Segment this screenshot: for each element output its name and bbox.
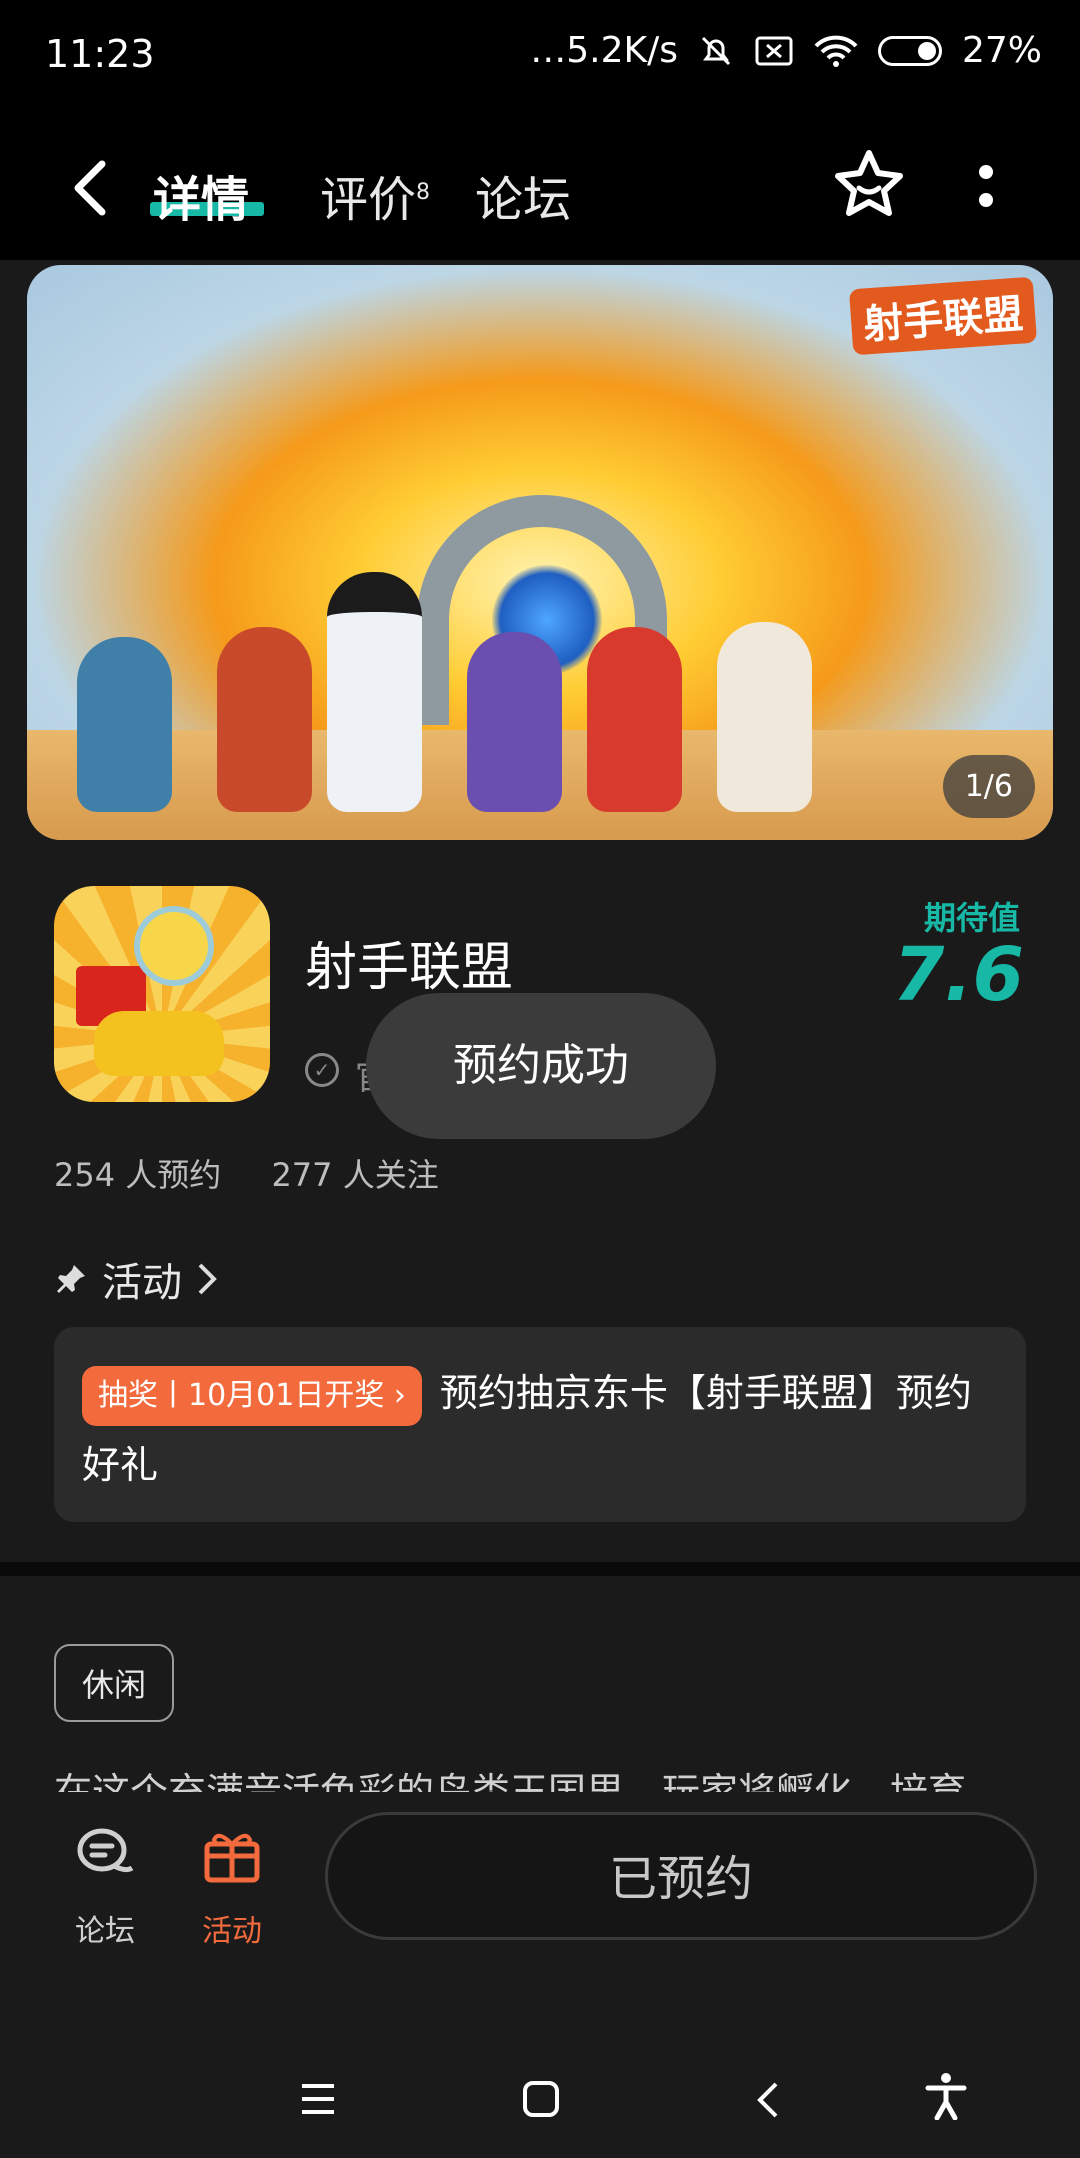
tab-reviews-label: 评价 [320, 172, 417, 228]
app-name: 射手联盟 [305, 938, 514, 998]
verified-icon: ✓ [305, 1053, 339, 1087]
score-value: 7.6 [892, 932, 1024, 1018]
status-time: 11:23 [45, 32, 155, 76]
status-icons: …5.2K/s 27% [530, 30, 1042, 71]
forum-chat-icon [77, 1828, 134, 1873]
bottom-action-bar: 论坛 活动 已预约 [0, 1792, 1080, 1962]
battery-percent: 27% [961, 30, 1042, 71]
follower-count: 277 人关注 [271, 1156, 439, 1194]
tab-forum[interactable]: 论坛 [475, 160, 571, 230]
character-6 [717, 622, 812, 812]
character-5 [587, 627, 682, 812]
character-2 [217, 627, 312, 812]
section-divider [0, 1562, 1080, 1576]
mute-bell-icon [701, 36, 731, 65]
character-1 [77, 637, 172, 812]
wifi-icon [814, 35, 858, 67]
forum-button[interactable]: 论坛 [55, 1822, 155, 1950]
lottery-badge[interactable]: 抽奖丨10月01日开奖 › [82, 1365, 422, 1426]
activity-label: 活动 [202, 1914, 262, 1949]
screenshot-banner[interactable]: 射手联盟 1/6 [27, 265, 1053, 840]
forum-label: 论坛 [75, 1914, 135, 1949]
sim-off-icon [755, 36, 793, 65]
system-nav-bar [0, 1990, 1080, 2158]
icon-duck-head [134, 906, 214, 986]
character-3 [327, 572, 422, 812]
battery-icon [877, 35, 942, 66]
top-header: 详情 评价8 论坛 [0, 110, 1080, 260]
menu-icon[interactable] [300, 2082, 336, 2116]
image-counter: 1/6 [942, 755, 1035, 818]
accessibility-icon[interactable] [925, 2072, 967, 2120]
chevron-right-icon [198, 1263, 217, 1295]
game-logo: 射手联盟 [848, 276, 1038, 356]
nav-back-icon[interactable] [756, 2080, 780, 2120]
tab-details[interactable]: 详情 [153, 160, 249, 230]
icon-scooter [94, 1011, 224, 1076]
activity-button[interactable]: 活动 [182, 1822, 282, 1950]
tab-reviews[interactable]: 评价8 [320, 160, 430, 230]
toast-message: 预约成功 [366, 993, 716, 1139]
favorite-star-icon[interactable] [832, 148, 906, 222]
app-stats: 254 人预约 277 人关注 [54, 1150, 479, 1196]
back-arrow-icon[interactable] [70, 158, 110, 218]
net-speed: …5.2K/s [530, 30, 678, 71]
game-description: 在这个充满音活色彩的鸟类王国里，玩家将孵化、培育 [54, 1770, 967, 1792]
activity-card[interactable]: 抽奖丨10月01日开奖 › 预约抽京东卡【射手联盟】预约好礼 [54, 1327, 1026, 1522]
activity-text: 抽奖丨10月01日开奖 › 预约抽京东卡【射手联盟】预约好礼 [82, 1357, 1002, 1501]
more-options-icon[interactable] [975, 160, 997, 220]
review-count-badge: 8 [416, 180, 431, 205]
home-icon[interactable] [522, 2080, 560, 2118]
activity-heading: 活动 [102, 1260, 182, 1306]
status-bar: 11:23 …5.2K/s 27% [0, 0, 1080, 110]
app-icon [54, 886, 270, 1102]
pin-icon [57, 1265, 85, 1293]
character-4 [467, 632, 562, 812]
reservation-count: 254 人预约 [54, 1156, 222, 1194]
reserved-button[interactable]: 已预约 [325, 1812, 1037, 1940]
activity-header[interactable]: 活动 [54, 1250, 218, 1308]
genre-tag[interactable]: 休闲 [54, 1644, 175, 1722]
gift-icon [204, 1833, 260, 1883]
